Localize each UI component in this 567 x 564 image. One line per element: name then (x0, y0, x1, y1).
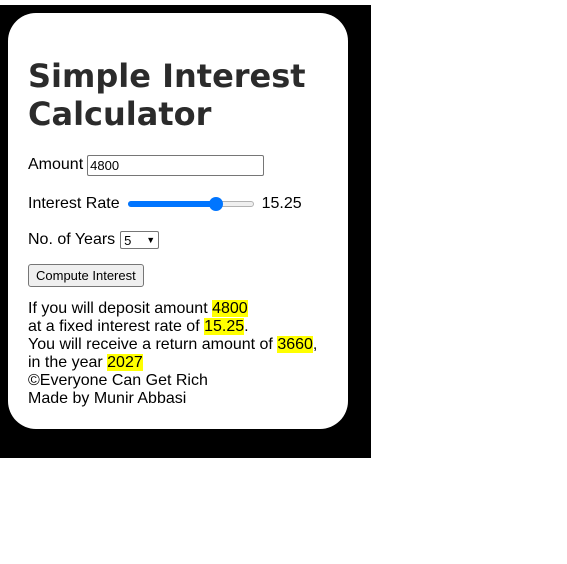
years-label: No. of Years (28, 231, 116, 248)
result-line-deposit: If you will deposit amount 4800 (28, 300, 248, 317)
slider-fill (127, 201, 217, 207)
interest-rate-slider[interactable] (127, 196, 254, 212)
rate-label: Interest Rate (28, 195, 120, 212)
result-line-year: in the year 2027 (28, 354, 143, 371)
credit-text: Made by Munir Abbasi (28, 390, 187, 407)
amount-row: Amount (28, 154, 265, 176)
amount-input[interactable] (87, 154, 265, 176)
button-row: Compute Interest (28, 263, 144, 287)
years-selected-value: 5 (124, 232, 132, 248)
result-line-return: You will receive a return amount of 3660… (28, 336, 318, 353)
result-year: 2027 (107, 354, 143, 371)
compute-interest-button[interactable]: Compute Interest (28, 263, 144, 287)
rate-row: Interest Rate 15.25 (28, 193, 302, 215)
page-title: Simple Interest Calculator (28, 57, 306, 133)
result-rate: 15.25 (204, 318, 245, 335)
result-text: If you will deposit amount 4800 at a fix… (28, 300, 338, 408)
result-amount: 4800 (212, 300, 248, 317)
years-row: No. of Years 5 ▼ (28, 229, 160, 251)
result-line-rate: at a fixed interest rate of 15.25. (28, 318, 249, 335)
slider-thumb[interactable] (209, 197, 224, 211)
calculator-card: Simple Interest Calculator Amount Intere… (8, 13, 348, 429)
copyright-text: ©Everyone Can Get Rich (28, 372, 208, 389)
amount-label: Amount (28, 156, 84, 173)
rate-value: 15.25 (261, 195, 302, 212)
result-return-amount: 3660 (277, 336, 313, 353)
chevron-down-icon: ▼ (146, 234, 156, 245)
years-select[interactable]: 5 ▼ (120, 231, 160, 249)
